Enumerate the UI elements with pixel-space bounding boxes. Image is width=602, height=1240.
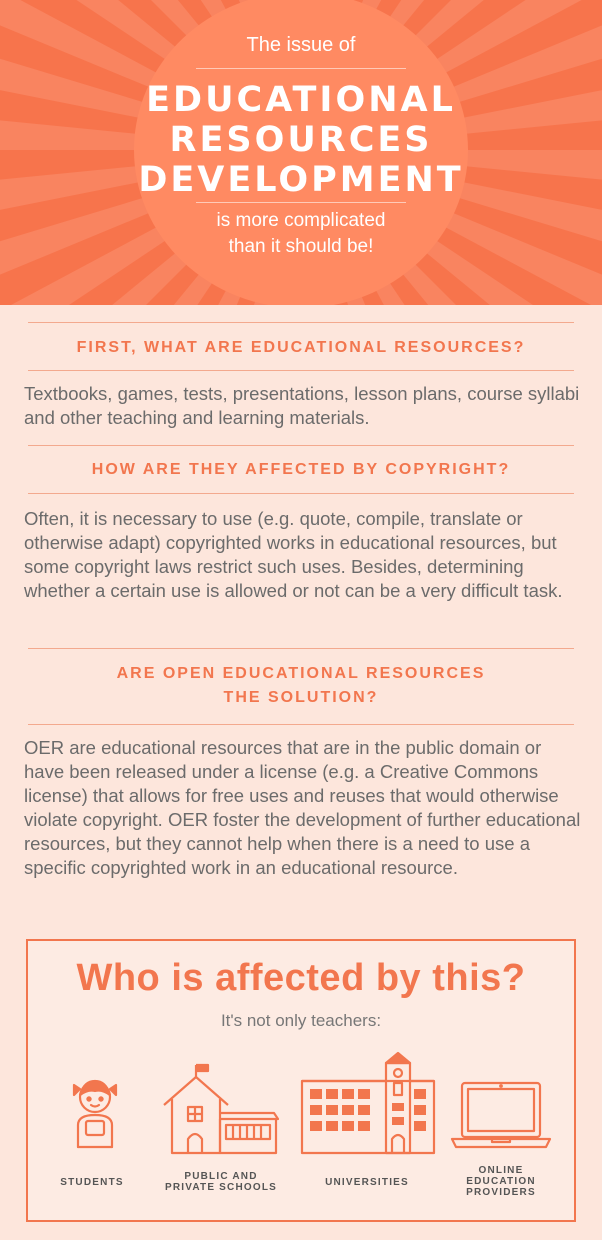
group-students: STUDENTS <box>42 941 142 1211</box>
section-question-line: HOW ARE THEY AFFECTED BY COPYRIGHT? <box>91 461 511 478</box>
divider <box>28 493 574 494</box>
hero-intro: The issue of <box>246 34 356 56</box>
group-universities: UNIVERSITIES <box>296 941 438 1211</box>
divider <box>28 445 574 446</box>
hero-title: EDUCATIONAL RESOURCES DEVELOPMENT <box>0 80 602 200</box>
university-building-icon <box>300 1051 436 1155</box>
divider <box>28 370 574 371</box>
group-label-line: ONLINE <box>478 1165 524 1176</box>
hero-title-line: RESOURCES <box>169 120 433 160</box>
hero-outro-line: is more complicated <box>216 210 386 231</box>
hero-title-line: DEVELOPMENT <box>138 160 464 200</box>
section-answer: Often, it is necessary to use (e.g. quot… <box>24 508 563 601</box>
section-question: ARE OPEN EDUCATIONAL RESOURCES THE SOLUT… <box>28 662 574 710</box>
group-schools: PUBLIC AND PRIVATE SCHOOLS <box>156 941 286 1211</box>
hero-outro-line: than it should be! <box>228 236 374 257</box>
group-label-line: PUBLIC AND <box>184 1171 258 1182</box>
group-label: PUBLIC AND PRIVATE SCHOOLS <box>156 1171 286 1193</box>
section-question-line: FIRST, WHAT ARE EDUCATIONAL RESOURCES? <box>76 339 526 356</box>
group-label: UNIVERSITIES <box>296 1177 438 1188</box>
group-label-line: PRIVATE SCHOOLS <box>164 1182 278 1193</box>
school-building-icon <box>163 1063 280 1155</box>
hero-divider-top <box>196 68 406 69</box>
hero-outro: is more complicated than it should be! <box>0 208 602 260</box>
hero-banner: The issue of EDUCATIONAL RESOURCES DEVEL… <box>0 0 602 305</box>
section-question-line: THE SOLUTION? <box>223 689 379 706</box>
group-label-line: UNIVERSITIES <box>325 1177 409 1188</box>
group-label-line: STUDENTS <box>60 1177 124 1188</box>
group-label-line: PROVIDERS <box>466 1187 536 1198</box>
student-icon <box>72 1079 118 1149</box>
hero-title-line: EDUCATIONAL <box>146 80 456 120</box>
group-label-line: EDUCATION <box>466 1176 536 1187</box>
section-answer: OER are educational resources that are i… <box>24 737 581 878</box>
section-answer: Textbooks, games, tests, presentations, … <box>24 383 580 428</box>
hero-divider-bottom <box>196 202 406 203</box>
divider <box>28 724 574 725</box>
divider <box>28 648 574 649</box>
section-question: HOW ARE THEY AFFECTED BY COPYRIGHT? <box>28 458 574 482</box>
group-label: ONLINE EDUCATION PROVIDERS <box>446 1165 556 1198</box>
section-question-line: ARE OPEN EDUCATIONAL RESOURCES <box>116 665 486 682</box>
group-label: STUDENTS <box>42 1177 142 1188</box>
affected-box: Who is affected by this? It's not only t… <box>26 939 576 1222</box>
divider <box>28 322 574 323</box>
section-question: FIRST, WHAT ARE EDUCATIONAL RESOURCES? <box>28 336 574 360</box>
group-online-providers: ONLINE EDUCATION PROVIDERS <box>446 941 556 1211</box>
laptop-icon <box>450 1081 552 1149</box>
